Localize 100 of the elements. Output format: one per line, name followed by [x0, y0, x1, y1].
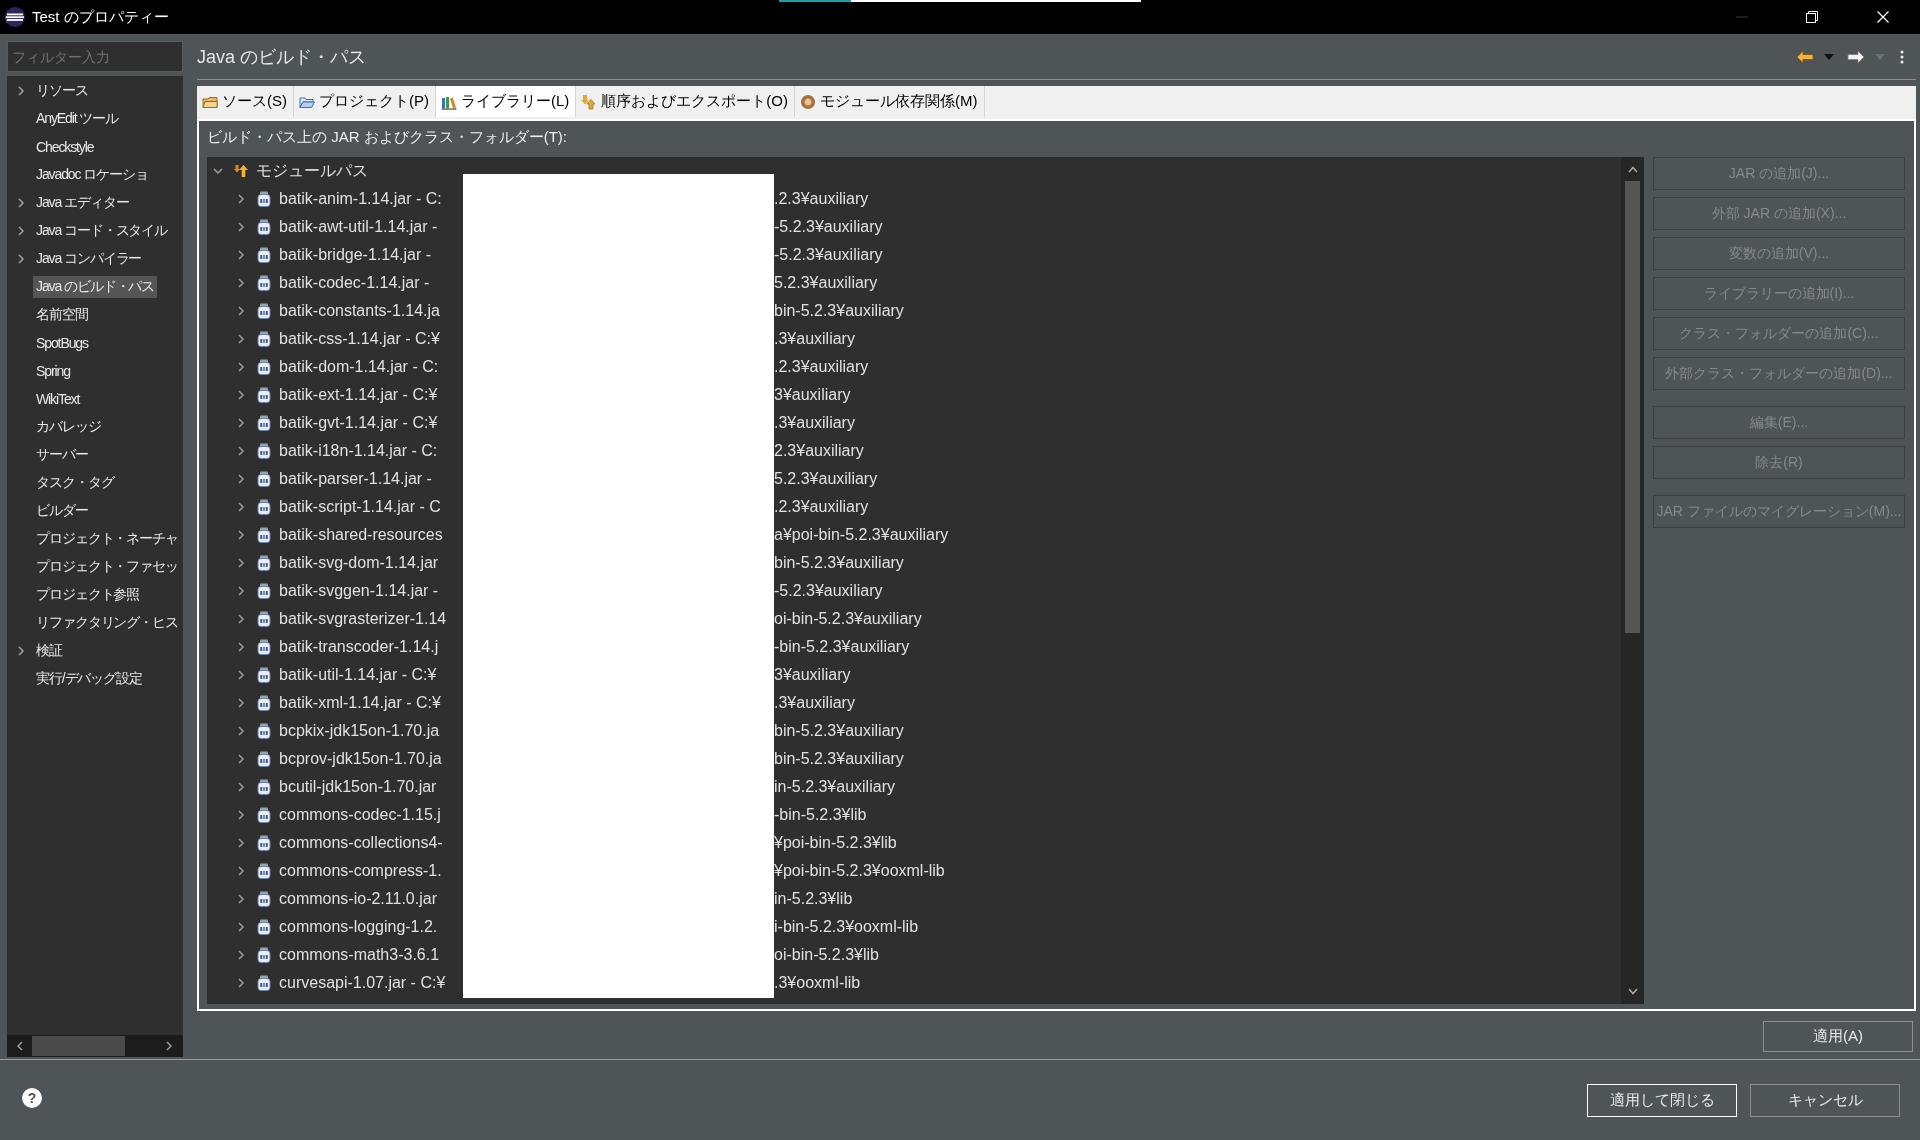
- restore-icon[interactable]: [1806, 11, 1818, 23]
- entry-path[interactable]: in-5.2.3¥lib: [774, 890, 853, 908]
- apply-button[interactable]: 適用(A): [1763, 1021, 1913, 1052]
- entry-name[interactable]: commons-io-2.11.0.jar: [279, 890, 463, 908]
- entry-name[interactable]: batik-script-1.14.jar - C: [279, 498, 463, 516]
- scrollbar-thumb[interactable]: [1625, 181, 1640, 633]
- entry-path[interactable]: .2.3¥auxiliary: [774, 498, 869, 516]
- sidebar-item[interactable]: タスク・タグ: [33, 472, 117, 494]
- sidebar-item[interactable]: WikiText: [33, 389, 83, 409]
- horizontal-scrollbar[interactable]: [7, 1035, 183, 1057]
- entry-name[interactable]: batik-anim-1.14.jar - C:: [279, 190, 463, 208]
- sidebar-item[interactable]: カバレッジ: [33, 416, 104, 438]
- entry-path[interactable]: -bin-5.2.3¥lib: [774, 806, 867, 824]
- back-arrow-icon[interactable]: [1796, 49, 1814, 64]
- entry-name[interactable]: bcprov-jdk15on-1.70.ja: [279, 750, 463, 768]
- sidebar-item[interactable]: プロジェクト・ファセッ: [33, 556, 181, 578]
- entry-path[interactable]: 3¥auxiliary: [774, 666, 851, 684]
- entry-path[interactable]: -5.2.3¥auxiliary: [774, 218, 883, 236]
- sidebar-item[interactable]: サーバー: [33, 444, 91, 466]
- chevron-right-icon[interactable]: [16, 646, 26, 656]
- entry-path[interactable]: .2.3¥auxiliary: [774, 358, 869, 376]
- sidebar-item[interactable]: 実行/デバッグ設定: [33, 668, 145, 690]
- entry-name[interactable]: commons-collections4-: [279, 834, 463, 852]
- sidebar-item[interactable]: ビルダー: [33, 500, 91, 522]
- sidebar-item[interactable]: AnyEdit ツール: [33, 108, 122, 130]
- entry-path[interactable]: bin-5.2.3¥auxiliary: [774, 722, 904, 740]
- sidebar-item[interactable]: プロジェクト・ネーチャ: [33, 528, 181, 550]
- help-icon[interactable]: ?: [22, 1088, 42, 1108]
- entry-path[interactable]: a¥poi-bin-5.2.3¥auxiliary: [774, 526, 949, 544]
- entry-name[interactable]: batik-svggen-1.14.jar -: [279, 582, 463, 600]
- sidebar-item[interactable]: Java コンパイラー: [33, 248, 145, 270]
- entry-path[interactable]: ¥poi-bin-5.2.3¥ooxml-lib: [774, 862, 945, 880]
- entry-path[interactable]: 2.3¥auxiliary: [774, 442, 864, 460]
- close-icon[interactable]: [1877, 11, 1889, 23]
- entry-path[interactable]: .3¥auxiliary: [774, 330, 855, 348]
- dropdown-icon[interactable]: [1824, 53, 1834, 60]
- entry-name[interactable]: curvesapi-1.07.jar - C:¥: [279, 974, 463, 992]
- entry-path[interactable]: oi-bin-5.2.3¥lib: [774, 946, 879, 964]
- chevron-left-icon[interactable]: [16, 1041, 24, 1051]
- chevron-right-icon[interactable]: [16, 254, 26, 264]
- entry-path[interactable]: .2.3¥auxiliary: [774, 190, 869, 208]
- chevron-right-icon[interactable]: [16, 198, 26, 208]
- sidebar-item[interactable]: Javadoc ロケーショ: [33, 164, 151, 186]
- entry-path[interactable]: ¥poi-bin-5.2.3¥lib: [774, 834, 897, 852]
- sidebar-item[interactable]: リファクタリング・ヒス: [33, 612, 181, 634]
- tab[interactable]: ライブラリー(L): [436, 86, 577, 117]
- entry-path[interactable]: .3¥ooxml-lib: [774, 974, 861, 992]
- entry-path[interactable]: oi-bin-5.2.3¥auxiliary: [774, 610, 922, 628]
- entry-name[interactable]: batik-util-1.14.jar - C:¥: [279, 666, 463, 684]
- entry-name[interactable]: batik-i18n-1.14.jar - C:: [279, 442, 463, 460]
- sidebar-item[interactable]: Java エディター: [33, 192, 132, 214]
- entry-name[interactable]: batik-codec-1.14.jar -: [279, 274, 463, 292]
- sidebar-item[interactable]: Checkstyle: [33, 137, 97, 157]
- entry-name[interactable]: batik-svgrasterizer-1.14: [279, 610, 463, 628]
- entry-name[interactable]: batik-svg-dom-1.14.jar: [279, 554, 463, 572]
- entry-path[interactable]: -5.2.3¥auxiliary: [774, 582, 883, 600]
- entry-path[interactable]: i-bin-5.2.3¥ooxml-lib: [774, 918, 919, 936]
- sidebar-item[interactable]: 検証: [33, 640, 65, 662]
- entry-name[interactable]: bcpkix-jdk15on-1.70.ja: [279, 722, 463, 740]
- entry-path[interactable]: 3¥auxiliary: [774, 386, 851, 404]
- vertical-scrollbar[interactable]: [1621, 157, 1644, 1004]
- entry-name[interactable]: commons-codec-1.15.j: [279, 806, 463, 824]
- entry-name[interactable]: batik-dom-1.14.jar - C:: [279, 358, 463, 376]
- entry-path[interactable]: -bin-5.2.3¥auxiliary: [774, 638, 910, 656]
- dialog-button[interactable]: キャンセル: [1750, 1083, 1900, 1117]
- entry-name[interactable]: batik-css-1.14.jar - C:¥: [279, 330, 463, 348]
- scrollbar-thumb[interactable]: [32, 1036, 125, 1056]
- sidebar-item[interactable]: SpotBugs: [33, 333, 91, 353]
- dialog-button[interactable]: 適用して閉じる: [1587, 1083, 1737, 1117]
- entry-path[interactable]: 5.2.3¥auxiliary: [774, 274, 878, 292]
- entry-path[interactable]: in-5.2.3¥auxiliary: [774, 778, 895, 796]
- entry-name[interactable]: commons-compress-1.: [279, 862, 463, 880]
- entry-name[interactable]: batik-bridge-1.14.jar -: [279, 246, 463, 264]
- entry-name[interactable]: batik-xml-1.14.jar - C:¥: [279, 694, 463, 712]
- entry-path[interactable]: 5.2.3¥auxiliary: [774, 470, 878, 488]
- sidebar-item[interactable]: Java のビルド・パス: [33, 276, 158, 298]
- entry-path[interactable]: bin-5.2.3¥auxiliary: [774, 750, 904, 768]
- entry-name[interactable]: batik-ext-1.14.jar - C:¥: [279, 386, 463, 404]
- entry-name[interactable]: batik-shared-resources: [279, 526, 463, 544]
- sidebar-item[interactable]: プロジェクト参照: [33, 584, 143, 606]
- entry-name[interactable]: batik-parser-1.14.jar -: [279, 470, 463, 488]
- chevron-right-icon[interactable]: [16, 86, 26, 96]
- entry-path[interactable]: .3¥auxiliary: [774, 694, 855, 712]
- entry-name[interactable]: batik-gvt-1.14.jar - C:¥: [279, 414, 463, 432]
- forward-arrow-icon[interactable]: [1847, 49, 1865, 64]
- sidebar-item[interactable]: Spring: [33, 361, 73, 381]
- entry-name[interactable]: commons-math3-3.6.1: [279, 946, 463, 964]
- chevron-right-icon[interactable]: [16, 226, 26, 236]
- sidebar-item[interactable]: 名前空間: [33, 304, 91, 326]
- entry-path[interactable]: bin-5.2.3¥auxiliary: [774, 302, 904, 320]
- entry-name[interactable]: batik-constants-1.14.ja: [279, 302, 463, 320]
- more-options-icon[interactable]: [1900, 49, 1904, 64]
- entry-name[interactable]: bcutil-jdk15on-1.70.jar: [279, 778, 463, 796]
- entry-path[interactable]: -5.2.3¥auxiliary: [774, 246, 883, 264]
- sidebar-item[interactable]: Java コード・スタイル: [33, 220, 171, 242]
- entry-name[interactable]: commons-logging-1.2.: [279, 918, 463, 936]
- entry-path[interactable]: .3¥auxiliary: [774, 414, 855, 432]
- chevron-right-icon[interactable]: [165, 1041, 173, 1051]
- tree-item[interactable]: モジュールパス: [256, 160, 368, 182]
- chevron-down-icon[interactable]: [1627, 987, 1638, 995]
